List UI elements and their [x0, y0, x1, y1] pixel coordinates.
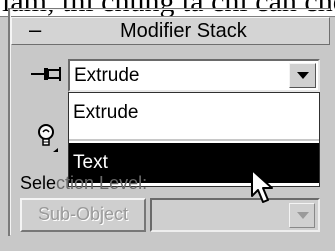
rollout-title: Modifier Stack: [120, 20, 247, 42]
modifier-combo-value: Extrude: [74, 65, 140, 86]
sub-object-dropdown-arrow-icon[interactable]: [289, 203, 315, 228]
pin-stack-icon[interactable]: [30, 64, 64, 84]
selection-level-label-visible: Sele: [20, 173, 57, 193]
collapse-icon[interactable]: –: [29, 19, 43, 41]
sub-object-button[interactable]: Sub-Object: [20, 198, 146, 232]
selection-level-label: Selection Level:: [20, 172, 260, 194]
lightbulb-icon[interactable]: [35, 122, 59, 158]
dropdown-arrow-icon[interactable]: [289, 63, 316, 88]
rollout-title-bar[interactable]: – Modifier Stack: [11, 17, 330, 45]
dropdown-separator: [69, 139, 319, 141]
sub-object-level-combo[interactable]: [150, 198, 320, 232]
mouse-pointer-icon: [250, 168, 276, 206]
modifier-combo[interactable]: Extrude: [68, 59, 320, 92]
selection-level-label-partial: ction Level:: [56, 173, 148, 193]
dropdown-option-extrude[interactable]: Extrude: [69, 95, 319, 131]
